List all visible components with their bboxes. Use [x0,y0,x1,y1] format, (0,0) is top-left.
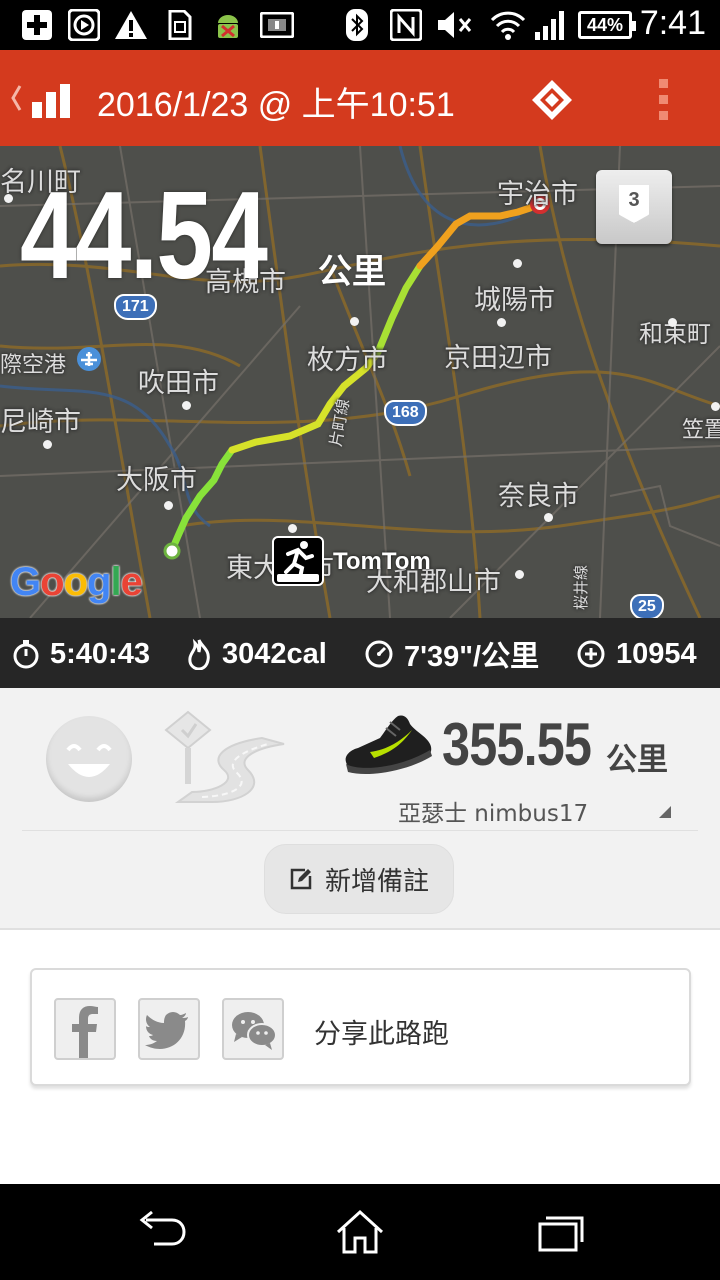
shoe-icon [345,715,432,775]
distance-unit: 公里 [318,252,386,292]
android-debug-icon [212,8,244,42]
tomtom-label: TomTom [333,548,431,575]
map-label-suita: 吹田市 [138,368,219,399]
battery-icon: 44% [578,11,636,39]
bar-chart-icon [32,102,42,118]
map-city-dot [164,501,173,510]
gear-panel: 355.55 公里 亞瑟士 nimbus17 新增備註 [0,688,720,930]
stat-pace: 7'39"/公里 [364,637,539,673]
stat-duration: 5:40:43 [12,637,150,671]
home-icon [336,1209,384,1254]
stopwatch-icon [13,640,39,669]
edit-note-icon [290,868,312,890]
plus-icon [22,8,52,42]
diamond-icon [532,80,572,120]
stat-pace-value: 7'39"/公里 [404,641,540,673]
map-city-dot [288,524,297,533]
warning-icon [114,8,148,42]
share-run-label[interactable]: 分享此路跑 [314,1012,449,1051]
recents-button[interactable] [530,1206,590,1258]
dropdown-corner-icon[interactable] [659,806,671,818]
shoe-selector[interactable]: 亞瑟士 nimbus17 [398,794,588,828]
circle-play-icon [68,8,100,42]
back-nav-button[interactable] [6,80,88,120]
shoe-total-distance: 355.55 [442,711,592,778]
stat-steps: 10954 [576,637,697,671]
road-shield-168: 168 [384,400,427,426]
total-distance: 44.54 [20,167,268,305]
map-label-amagasaki: 尼崎市 [0,407,81,438]
share-card: 分享此路跑 [30,968,691,1086]
map-city-dot [182,401,191,410]
map-label-kasagi: 笠置 [682,418,720,443]
page-title: 2016/1/23 @ 上午10:51 [97,86,455,124]
level-badge-number: 3 [619,185,649,223]
map-city-dot [711,402,720,411]
map-label-sakurai-line: 桜井線 [572,564,590,610]
plus-circle-icon [577,640,605,668]
map-city-dot [497,318,506,327]
map-city-dot [513,259,522,268]
map-city-dot [350,317,359,326]
tomtom-runner-icon [272,536,324,586]
app-bar: 2016/1/23 @ 上午10:51 [0,50,720,146]
status-bar: 44% 7:41 [0,0,720,50]
sim-icon [168,8,192,42]
mood-face-icon[interactable] [46,716,132,802]
speedometer-icon [365,640,393,668]
map-city-dot [4,194,13,203]
home-button[interactable] [330,1206,390,1258]
map-city-dot [515,570,524,579]
info-card-icon [260,8,294,42]
map-label-joyo: 城陽市 [474,285,555,316]
overflow-menu-button[interactable] [652,76,676,124]
back-button[interactable] [132,1206,192,1258]
divider [22,830,698,831]
add-note-button[interactable]: 新增備註 [264,844,454,914]
route-map[interactable]: 名川町 宇治市 高槻市 城陽市 和束町 枚方市 京田辺市 際空港 吹田市 尼崎市… [0,146,720,618]
stat-steps-value: 10954 [616,637,697,670]
wifi-icon [490,8,526,42]
map-label-kyotanabe: 京田辺市 [444,343,552,374]
google-logo: Google [10,560,143,604]
stat-calories: 3042cal [186,637,327,671]
recents-icon [538,1216,584,1252]
add-note-label: 新增備註 [324,866,429,897]
status-time: 7:41 [639,4,706,42]
diamond-button[interactable] [530,78,574,122]
stat-calories-value: 3042cal [222,637,327,670]
map-label-airport: 際空港 [0,353,67,378]
back-icon [139,1210,186,1246]
map-city-dot [544,513,553,522]
wechat-icon[interactable] [222,998,284,1060]
nfc-icon [390,8,422,42]
airport-icon [77,347,101,371]
bluetooth-icon [346,8,368,42]
flame-icon [188,638,210,670]
overflow-menu-icon [659,79,668,120]
mute-icon [436,8,474,42]
twitter-icon[interactable] [138,998,200,1060]
facebook-icon[interactable] [54,998,116,1060]
level-badge[interactable]: 3 [596,170,672,244]
back-chevron-icon [11,84,70,118]
stat-duration-value: 5:40:43 [50,637,150,670]
road-surface-icon[interactable] [162,708,292,808]
road-shield-25: 25 [630,594,664,618]
map-label-nara: 奈良市 [498,481,579,512]
map-label-osaka: 大阪市 [116,465,197,496]
shoe-distance-unit: 公里 [606,742,668,778]
navigation-bar [0,1184,720,1280]
map-label-hirakata: 枚方市 [307,345,388,376]
map-label-ujishi: 宇治市 [497,179,578,210]
map-city-dot [43,440,52,449]
stats-bar: 5:40:43 3042cal 7'39"/公里 10954 [0,618,720,688]
share-area: 分享此路跑 [0,930,720,1184]
signal-icon [534,8,566,42]
map-city-dot [668,318,677,327]
